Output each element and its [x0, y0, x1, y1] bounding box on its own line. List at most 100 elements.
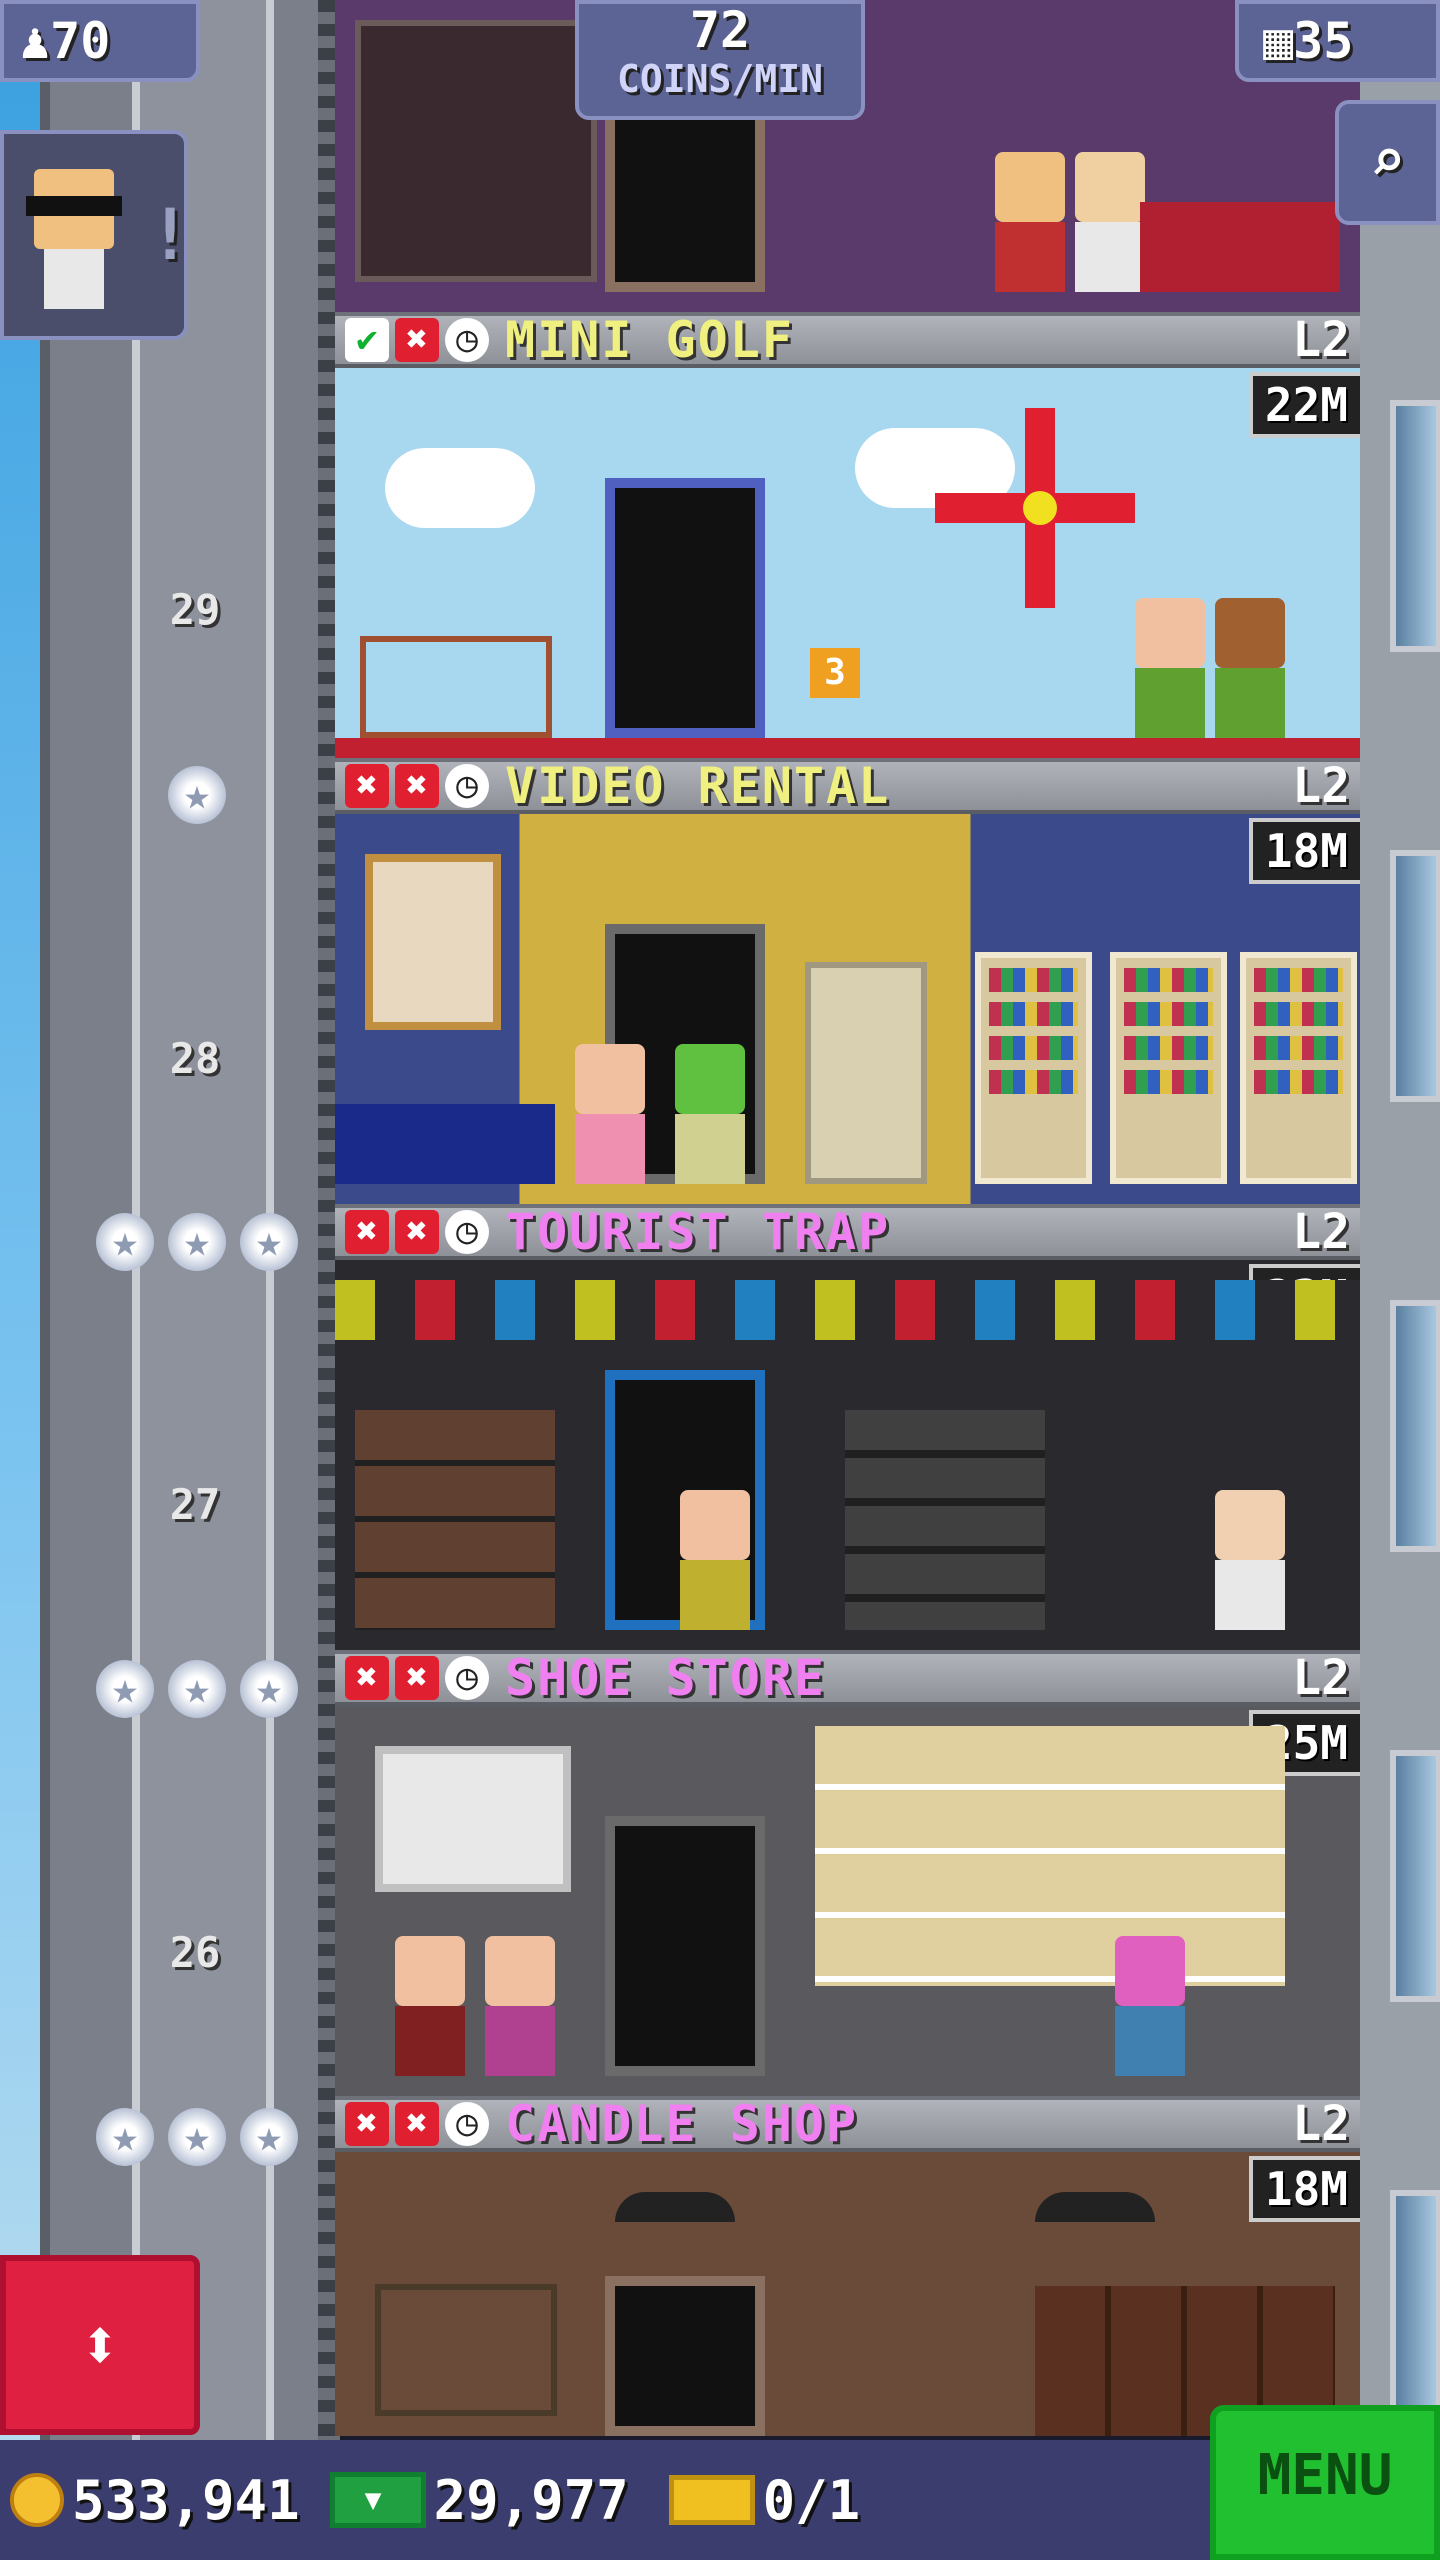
tower-facade-right [1360, 0, 1440, 2442]
souvenir-wall [335, 1280, 1360, 1340]
video-shelf [975, 952, 1092, 1184]
coins-rate-value: 72 [689, 1, 751, 59]
floor-level: L2 [1292, 2096, 1350, 2152]
windmill [935, 408, 1135, 608]
shoe-poster [375, 1746, 571, 1892]
floor-shoe-store[interactable]: ✖ ✖ ◷ SHOE STORE L2 25M [335, 1649, 1360, 2096]
star-icon: ★ [96, 1213, 154, 1271]
close-icon: ✖ [395, 2102, 439, 2146]
floor-name: MINI GOLF [505, 311, 794, 369]
floor-price: 22M [1248, 372, 1360, 438]
floor-number-28: 28 [169, 1034, 221, 1083]
video-shelf [1110, 952, 1227, 1184]
tower-resident[interactable] [485, 1936, 555, 2076]
clock-icon: ◷ [445, 1656, 489, 1700]
close-icon: ✖ [395, 318, 439, 362]
facade-window [1390, 1300, 1440, 1552]
star-icon: ★ [96, 1660, 154, 1718]
zoom-button[interactable]: ⌕ [1335, 100, 1440, 225]
facade-window [1390, 400, 1440, 652]
clock-icon: ◷ [445, 2102, 489, 2146]
star-icon: ★ [96, 2108, 154, 2166]
ceiling-lamp [1035, 2192, 1155, 2222]
movie-poster [365, 854, 501, 1030]
tower-resident[interactable] [1135, 598, 1205, 738]
red-sofa [1140, 202, 1340, 292]
tower-resident[interactable] [575, 1044, 645, 1184]
tower-resident[interactable] [1115, 1936, 1185, 2076]
floor-count-value: 35 [1293, 12, 1354, 70]
population-counter[interactable]: ♟70 [0, 0, 200, 82]
floor-candle-shop[interactable]: ✖ ✖ ◷ CANDLE SHOP L2 18M [335, 2095, 1360, 2436]
floor-stars-video-rental: ★ [168, 766, 226, 824]
floor-count-display[interactable]: ▦35 [1235, 0, 1440, 82]
coins-value: 533,941 [72, 2468, 300, 2532]
coins-per-minute-display: 72 COINS/MIN [575, 0, 865, 120]
star-icon: ★ [240, 2108, 298, 2166]
star-icon: ★ [240, 1660, 298, 1718]
floor-header: ✖ ✖ ◷ SHOE STORE L2 [335, 1649, 1360, 1707]
floor-video-rental[interactable]: ✖ ✖ ◷ VIDEO RENTAL L2 18M [335, 757, 1360, 1204]
floor-level: L2 [1292, 758, 1350, 814]
population-value: 70 [50, 12, 111, 70]
shoe-wall-display [815, 1726, 1285, 1986]
person-icon: ♟ [20, 12, 51, 70]
alert-icon: ! [149, 194, 192, 276]
star-icon: ★ [168, 1213, 226, 1271]
floor-header: ✖ ✖ ◷ CANDLE SHOP L2 [335, 2095, 1360, 2153]
merch-shelf [845, 1410, 1045, 1630]
facade-window [1390, 1750, 1440, 2002]
hole-number-sign: 3 [810, 648, 860, 698]
floor-header: ✖ ✖ ◷ TOURIST TRAP L2 [335, 1203, 1360, 1261]
merch-shelf [355, 1410, 555, 1630]
menu-button[interactable]: MENU [1210, 2405, 1440, 2560]
floor-name: CANDLE SHOP [505, 2095, 859, 2153]
room-door [605, 1816, 765, 2076]
floor-stars-candle-shop: ★ ★ ★ [96, 2108, 298, 2166]
ceiling-lamp [615, 2192, 735, 2222]
floor-name: VIDEO RENTAL [505, 757, 891, 815]
tower-resident[interactable] [675, 1044, 745, 1184]
vip-resident-button[interactable]: ! [0, 130, 192, 340]
checkmark-icon: ✔ [345, 318, 389, 362]
tower-resident[interactable] [680, 1490, 750, 1630]
close-icon: ✖ [345, 1210, 389, 1254]
floor-level: L2 [1292, 312, 1350, 368]
up-down-arrows-icon: ⬍ [78, 2304, 122, 2386]
cloud [385, 448, 535, 528]
floor-tourist-trap[interactable]: ✖ ✖ ◷ TOURIST TRAP L2 23M [335, 1203, 1360, 1650]
arcade-cabinet [805, 962, 927, 1184]
clock-icon: ◷ [445, 1210, 489, 1254]
close-icon: ✖ [395, 1210, 439, 1254]
room-door [605, 92, 765, 292]
floor-stars-tourist-trap: ★ ★ ★ [96, 1213, 298, 1271]
tower-resident[interactable] [1215, 1490, 1285, 1630]
star-icon: ★ [240, 1213, 298, 1271]
tower-resident[interactable] [395, 1936, 465, 2076]
tower-resident[interactable] [1215, 598, 1285, 738]
floor-header: ✖ ✖ ◷ VIDEO RENTAL L2 [335, 757, 1360, 815]
close-icon: ✖ [345, 2102, 389, 2146]
golden-ticket-icon[interactable] [668, 2475, 755, 2525]
floor-header: ✔ ✖ ◷ MINI GOLF L2 [335, 311, 1360, 369]
elevator-button[interactable]: ⬍ [0, 2255, 200, 2435]
vip-avatar-body [44, 249, 104, 309]
star-icon: ★ [168, 1660, 226, 1718]
floor-mini-golf[interactable]: ✔ ✖ ◷ MINI GOLF L2 22M 3 [335, 311, 1360, 758]
floor-stars-shoe-store: ★ ★ ★ [96, 1660, 298, 1718]
room-video-rental: 18M [335, 814, 1360, 1204]
rental-counter [335, 1104, 555, 1184]
room-mini-golf: 22M 3 [335, 368, 1360, 758]
tower-resident[interactable] [995, 152, 1065, 292]
room-door [605, 2276, 765, 2436]
floor-name: SHOE STORE [505, 1649, 827, 1707]
tower-bux-icon[interactable] [329, 2472, 426, 2528]
room-candle-shop: 18M [335, 2152, 1360, 2436]
tower-resident[interactable] [1075, 152, 1145, 292]
floor-number-29: 29 [169, 585, 221, 634]
room-shoe-store: 25M [335, 1706, 1360, 2096]
star-icon: ★ [168, 2108, 226, 2166]
clock-icon: ◷ [445, 318, 489, 362]
floor-level: L2 [1292, 1650, 1350, 1706]
close-icon: ✖ [395, 1656, 439, 1700]
